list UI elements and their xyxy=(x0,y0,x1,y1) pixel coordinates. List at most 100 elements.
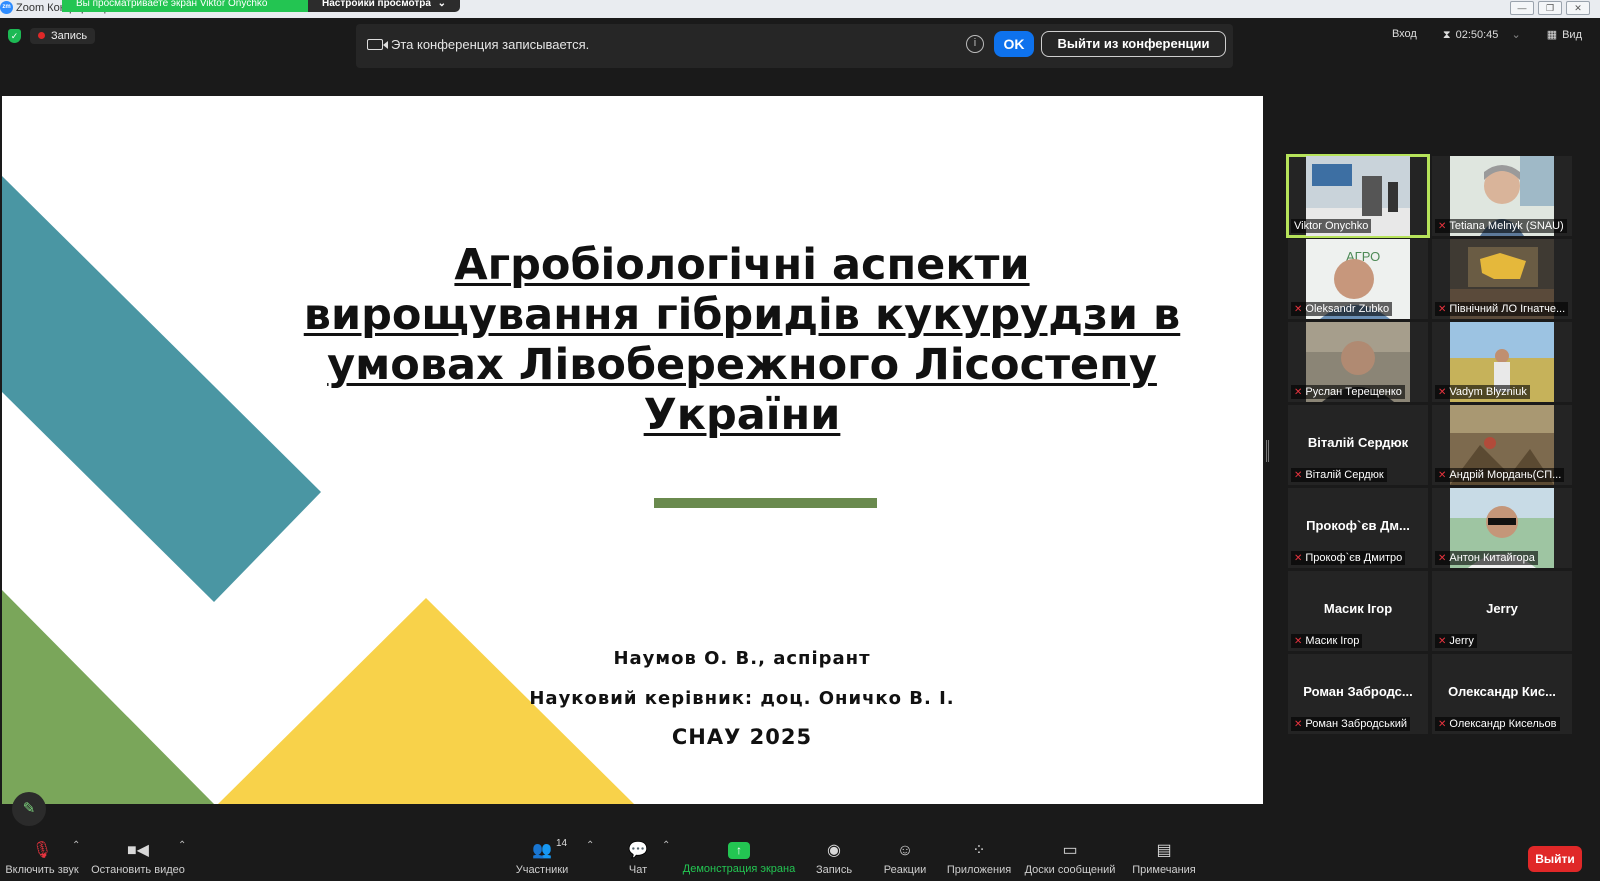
participant-name-label: ✕ Антон Китайгора xyxy=(1435,551,1538,565)
participant-tile[interactable]: АГРО ✕ Oleksandr Zubko xyxy=(1288,239,1428,319)
share-screen-arrow-icon: ↑ xyxy=(728,842,750,859)
hourglass-icon: ⧗ xyxy=(1442,29,1451,41)
whiteboard-icon: ▭ xyxy=(1062,842,1078,859)
participant-tile[interactable]: ✕ Андрій Мордань(СП... xyxy=(1432,405,1572,485)
whiteboards-label: Доски сообщений xyxy=(1024,864,1116,876)
chat-label: Чат xyxy=(628,864,648,876)
participant-tile[interactable]: Viktor Onychko xyxy=(1286,154,1430,238)
view-button[interactable]: ▦ Вид xyxy=(1547,28,1582,42)
slide-author: Наумов О. В., аспірант xyxy=(613,648,871,669)
recording-notice: Эта конференция записывается. i OK Выйти… xyxy=(356,24,1233,68)
view-settings-button[interactable]: Настройки просмотра ⌄ xyxy=(308,0,460,12)
participant-tile[interactable]: ✕ Північний ЛО Ігнатче... xyxy=(1432,239,1572,319)
participant-name-label: Viktor Onychko xyxy=(1291,219,1372,233)
whiteboards-button[interactable]: ▭ Доски сообщений xyxy=(1024,836,1116,881)
stop-video-button[interactable]: ■◀ Остановить видео ⌃ xyxy=(90,836,186,881)
apps-label: Приложения xyxy=(946,864,1012,876)
minimize-button[interactable]: — xyxy=(1510,1,1534,15)
chevron-up-icon[interactable]: ⌃ xyxy=(662,840,670,851)
ok-button[interactable]: OK xyxy=(994,31,1034,57)
participant-display-name: Роман Забродс... xyxy=(1303,684,1413,699)
share-screen-label: Демонстрация экрана xyxy=(682,863,796,875)
reactions-button[interactable]: ☺ Реакции xyxy=(878,836,932,881)
record-icon: ◉ xyxy=(827,842,841,859)
chevron-up-icon[interactable]: ⌃ xyxy=(586,840,594,851)
video-camera-icon: ■◀ xyxy=(127,842,149,859)
signin-button[interactable]: Вход xyxy=(1392,28,1417,42)
smiley-icon: ☺ xyxy=(896,842,914,859)
participant-name: Андрій Мордань(СП... xyxy=(1449,469,1562,481)
info-icon[interactable]: i xyxy=(966,35,984,53)
green-triangle xyxy=(2,590,214,804)
participant-display-name: Віталій Сердюк xyxy=(1307,435,1409,450)
muted-mic-icon: 🎙 xyxy=(31,842,53,859)
shared-screen-slide[interactable]: Агробіологічні аспекти вирощування гібри… xyxy=(2,96,1263,804)
muted-mic-icon: ✕ xyxy=(1438,719,1447,730)
participant-name: Jerry xyxy=(1449,635,1474,647)
chevron-up-icon[interactable]: ⌃ xyxy=(178,840,186,851)
participant-name: Прокоф`єв Дмитро xyxy=(1305,552,1403,564)
slide-title: Агробіологічні аспекти вирощування гібри… xyxy=(303,240,1181,440)
participant-tile[interactable]: Jerry ✕ Jerry xyxy=(1432,571,1572,651)
recording-label: Запись xyxy=(51,30,88,42)
camera-icon xyxy=(367,39,388,50)
participant-name-label: ✕ Tetiana Melnyk (SNAU) xyxy=(1435,219,1567,233)
muted-mic-icon: ✕ xyxy=(1438,636,1447,647)
notes-button[interactable]: ▤ Примечания xyxy=(1130,836,1198,881)
muted-mic-icon: ✕ xyxy=(1294,636,1303,647)
participant-display-name: Олександр Кис... xyxy=(1448,684,1556,699)
apps-button[interactable]: ⁘ Приложения xyxy=(946,836,1012,881)
annotate-pencil-icon[interactable]: ✎ xyxy=(12,792,46,826)
leave-button[interactable]: Выйти xyxy=(1528,846,1582,872)
unmute-label: Включить звук xyxy=(5,864,79,876)
share-screen-button[interactable]: ↑ Демонстрация экрана xyxy=(680,836,798,881)
participant-tile[interactable]: ✕ Антон Китайгора xyxy=(1432,488,1572,568)
window-controls: — ❐ ✕ xyxy=(1510,1,1590,15)
timer-value: 02:50:45 xyxy=(1455,29,1499,41)
participant-tile[interactable]: Масик Ігор ✕ Масик Ігор xyxy=(1288,571,1428,651)
unmute-button[interactable]: 🎙 Включить звук ⌃ xyxy=(2,836,82,881)
participant-name: Віталій Сердюк xyxy=(1305,469,1384,481)
participant-tile[interactable]: Прокоф`єв Дм... ✕ Прокоф`єв Дмитро xyxy=(1288,488,1428,568)
stop-video-label: Остановить видео xyxy=(91,864,185,876)
participant-tile[interactable]: ✕ Vadym Blyzniuk xyxy=(1432,322,1572,402)
notes-icon: ▤ xyxy=(1156,842,1172,859)
muted-mic-icon: ✕ xyxy=(1294,387,1303,398)
panel-splitter[interactable] xyxy=(1266,440,1269,462)
participant-name-label: ✕ Олександр Кисельов xyxy=(1435,717,1560,731)
leave-meeting-button[interactable]: Выйти из конференции xyxy=(1041,31,1226,57)
participant-name: Руслан Терещенко xyxy=(1305,386,1402,398)
participant-name-label: ✕ Руслан Терещенко xyxy=(1291,385,1405,399)
top-right-controls: Вход ⧗ 02:50:45 ⌄ ▦ Вид xyxy=(1392,28,1582,42)
participants-button[interactable]: 👥 Участники 14 ⌃ xyxy=(512,836,595,881)
participant-tile[interactable]: Олександр Кис... ✕ Олександр Кисельов xyxy=(1432,654,1572,734)
participant-name: Антон Китайгора xyxy=(1449,552,1535,564)
muted-mic-icon: ✕ xyxy=(1438,304,1447,315)
slide-accent-bar xyxy=(654,498,877,508)
chevron-down-icon[interactable]: ⌄ xyxy=(1511,29,1520,41)
view-label: Вид xyxy=(1562,29,1582,41)
zoom-window: zm Zoom Конференция Вы просматриваете эк… xyxy=(0,0,1600,881)
maximize-button[interactable]: ❐ xyxy=(1538,1,1562,15)
share-banner: Вы просматриваете экран Viktor Onychko Н… xyxy=(62,0,460,12)
participant-name-label: ✕ Андрій Мордань(СП... xyxy=(1435,468,1565,482)
participant-display-name: Jerry xyxy=(1486,601,1518,616)
record-button[interactable]: ◉ Запись xyxy=(808,836,860,881)
participant-tile[interactable]: ✕ Руслан Терещенко xyxy=(1288,322,1428,402)
participant-name: Vadym Blyzniuk xyxy=(1449,386,1527,398)
muted-mic-icon: ✕ xyxy=(1294,719,1303,730)
participant-tile[interactable]: ✕ Tetiana Melnyk (SNAU) xyxy=(1432,156,1572,236)
muted-mic-icon: ✕ xyxy=(1438,470,1447,481)
security-shield-icon[interactable]: ✓ xyxy=(8,29,21,43)
participant-name: Viktor Onychko xyxy=(1294,220,1369,232)
participants-label: Участники xyxy=(515,864,569,876)
chat-button[interactable]: 💬 Чат ⌃ xyxy=(618,836,670,881)
participant-name-label: ✕ Прокоф`єв Дмитро xyxy=(1291,551,1406,565)
participant-tile[interactable]: Роман Забродс... ✕ Роман Забродський xyxy=(1288,654,1428,734)
recording-indicator[interactable]: Запись xyxy=(30,28,96,44)
close-button[interactable]: ✕ xyxy=(1566,1,1590,15)
view-settings-label: Настройки просмотра xyxy=(322,0,431,9)
participant-tile[interactable]: Віталій Сердюк ✕ Віталій Сердюк xyxy=(1288,405,1428,485)
zoom-logo-icon: zm xyxy=(0,1,13,14)
chevron-up-icon[interactable]: ⌃ xyxy=(72,840,80,851)
